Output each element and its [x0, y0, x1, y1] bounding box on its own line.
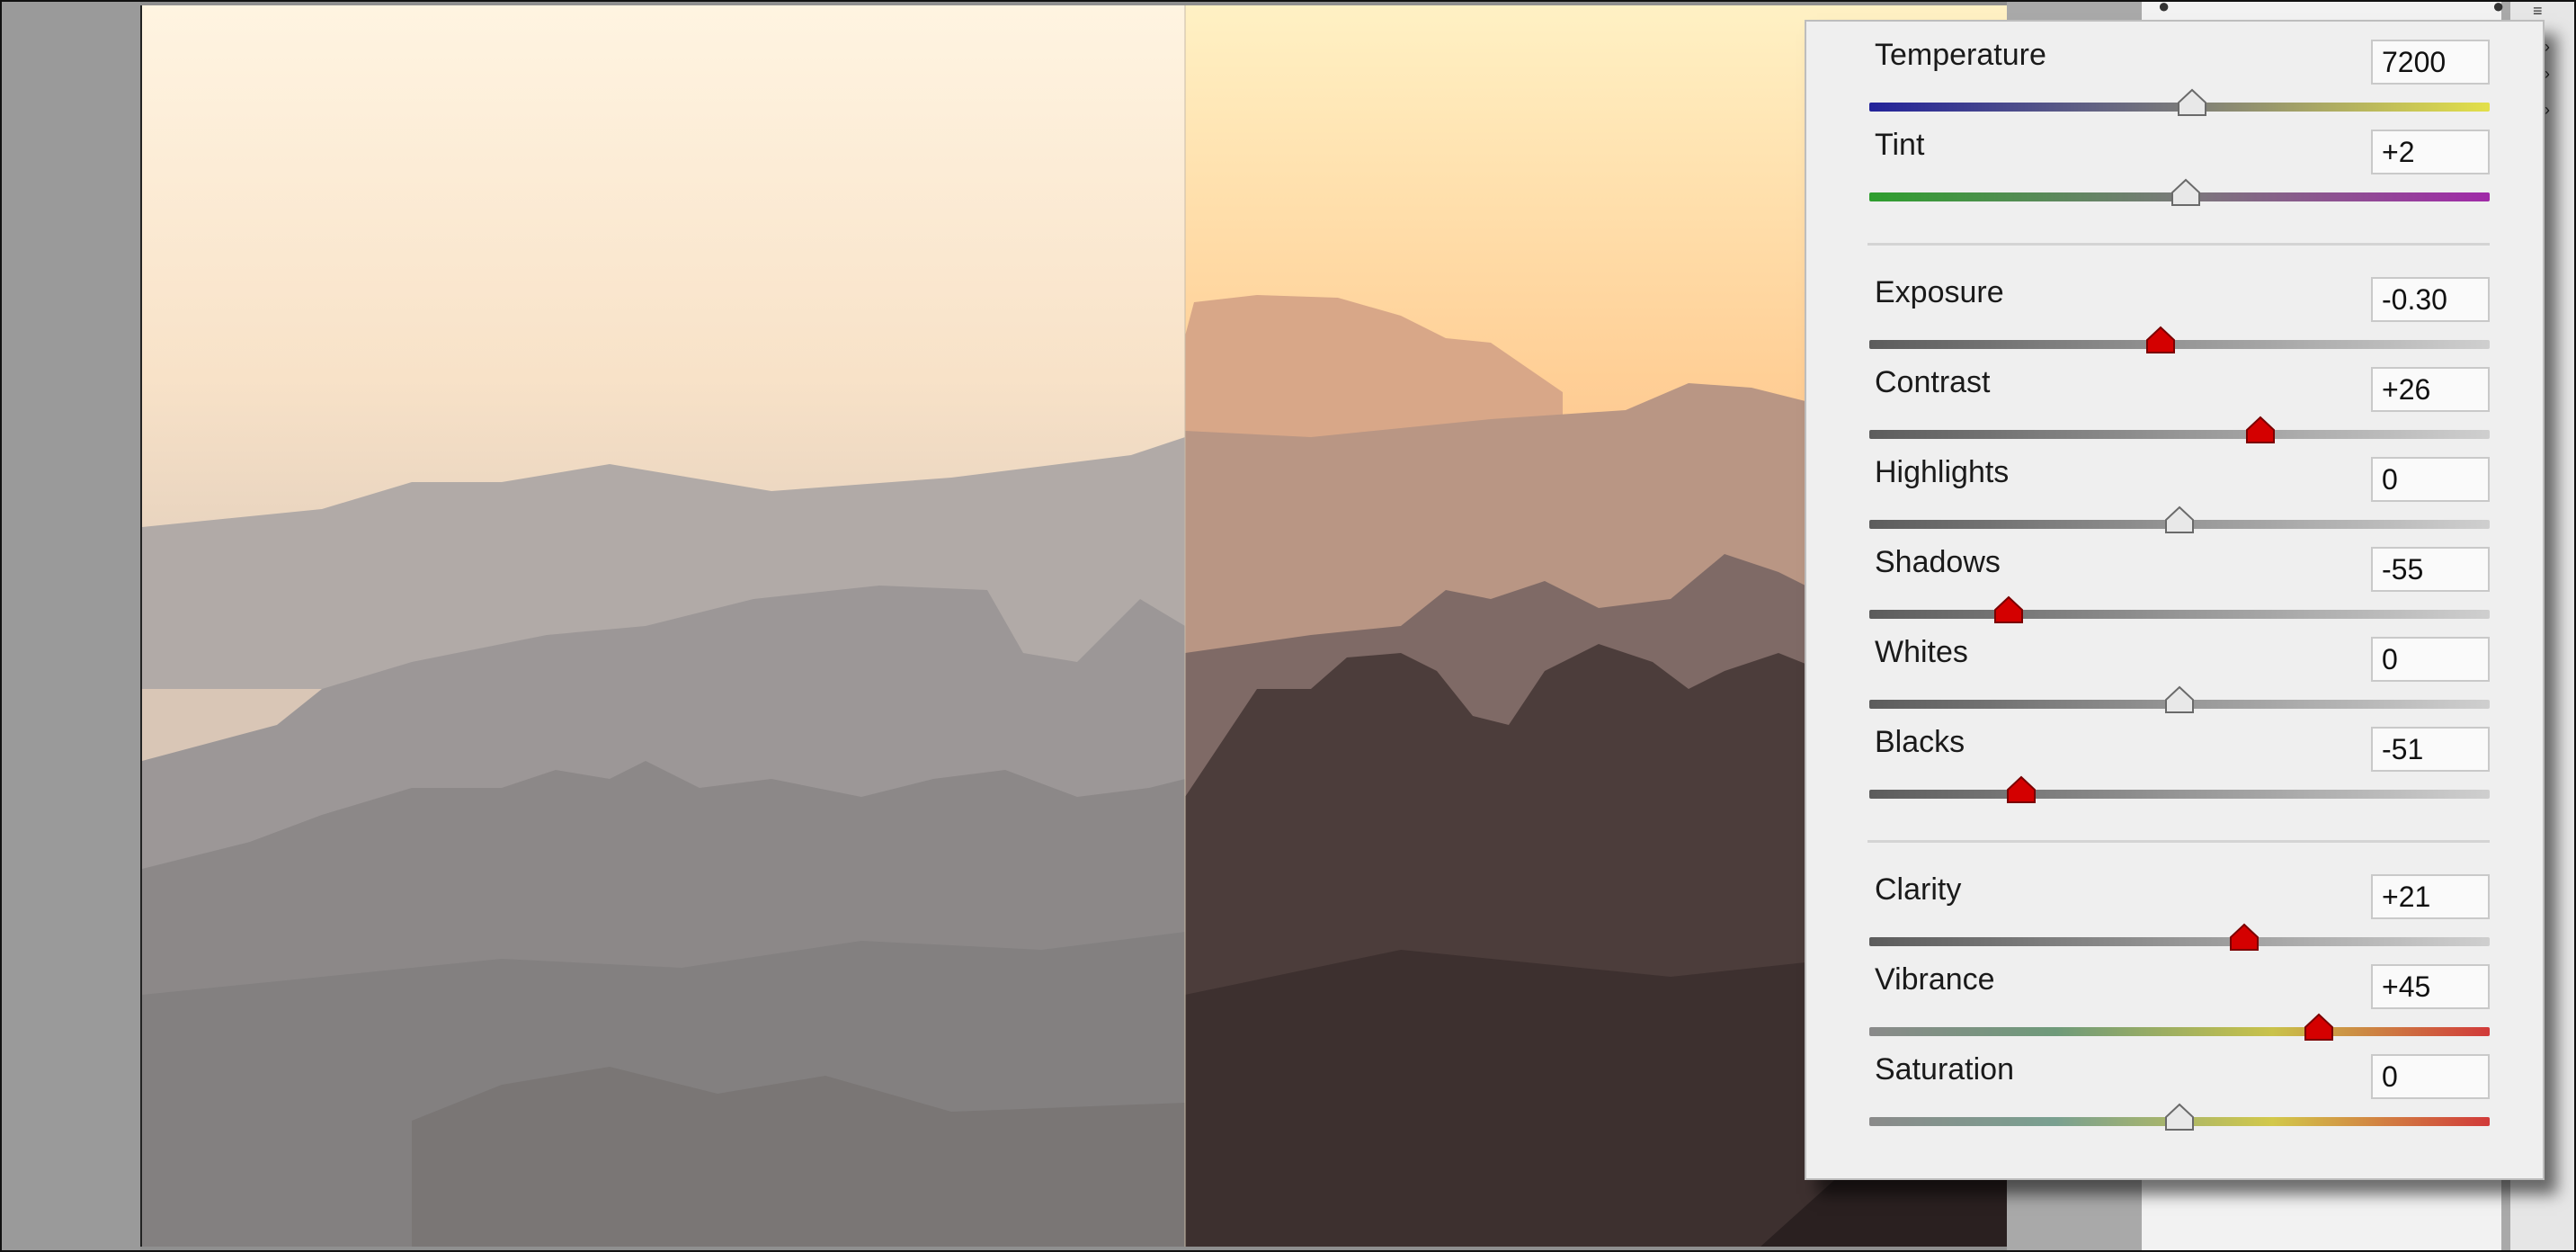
- slider-row-saturation: Saturation 0: [1867, 1036, 2490, 1131]
- slider-value-field[interactable]: +21: [2371, 874, 2490, 919]
- slider-label: Exposure: [1875, 275, 2004, 309]
- slider-row-exposure: Exposure -0.30: [1867, 259, 2490, 353]
- slider-label: Clarity: [1875, 872, 1962, 907]
- slider-track[interactable]: [1869, 790, 2490, 799]
- slider-label: Contrast: [1875, 365, 1991, 399]
- slider-value-field[interactable]: +26: [2371, 367, 2490, 412]
- slider-label: Highlights: [1875, 455, 2010, 489]
- slider-row-temperature: Temperature 7200: [1867, 22, 2490, 116]
- screenshot-frame: ● ● ≡ › › › Temperature 7200 Tint +2 Exp…: [0, 0, 2576, 1252]
- section-divider: [1867, 840, 2490, 843]
- chevron-right-icon[interactable]: ›: [2545, 38, 2550, 57]
- slider-value-field[interactable]: +45: [2371, 964, 2490, 1009]
- slider-value-field[interactable]: -51: [2371, 727, 2490, 772]
- slider-label: Whites: [1875, 635, 1968, 669]
- slider-value-field[interactable]: -55: [2371, 547, 2490, 592]
- slider-label: Shadows: [1875, 545, 2001, 579]
- slider-row-tint: Tint +2: [1867, 112, 2490, 206]
- slider-row-whites: Whites 0: [1867, 619, 2490, 713]
- slider-row-highlights: Highlights 0: [1867, 439, 2490, 533]
- menu-icon[interactable]: ≡: [2533, 2, 2543, 21]
- slider-value-field[interactable]: +2: [2371, 130, 2490, 174]
- chevron-right-icon-2[interactable]: ›: [2545, 65, 2550, 84]
- slider-row-clarity: Clarity +21: [1867, 856, 2490, 951]
- slider-row-contrast: Contrast +26: [1867, 349, 2490, 443]
- section-divider: [1867, 243, 2490, 246]
- slider-value-field[interactable]: 7200: [2371, 40, 2490, 85]
- slider-row-shadows: Shadows -55: [1867, 529, 2490, 623]
- slider-track[interactable]: [1869, 610, 2490, 619]
- slider-label: Tint: [1875, 128, 1925, 162]
- slider-label: Blacks: [1875, 725, 1965, 759]
- slider-track[interactable]: [1869, 430, 2490, 439]
- basic-adjustments-panel: Temperature 7200 Tint +2 Exposure -0.30 …: [1805, 20, 2545, 1180]
- slider-track[interactable]: [1869, 340, 2490, 349]
- canvas-left-margin: [2, 2, 140, 1250]
- slider-thumb[interactable]: [2170, 178, 2201, 207]
- slider-value-field[interactable]: 0: [2371, 1054, 2490, 1099]
- dropper-icon[interactable]: ●: [2158, 2, 2170, 18]
- dropper-icon-2[interactable]: ●: [2492, 2, 2504, 18]
- chevron-right-icon-3[interactable]: ›: [2545, 101, 2550, 120]
- slider-thumb[interactable]: [2164, 1103, 2195, 1131]
- slider-label: Saturation: [1875, 1052, 2014, 1087]
- slider-label: Temperature: [1875, 38, 2046, 72]
- slider-track[interactable]: [1869, 1027, 2490, 1036]
- slider-value-field[interactable]: -0.30: [2371, 277, 2490, 322]
- photo-preview: [140, 5, 2009, 1247]
- slider-value-field[interactable]: 0: [2371, 637, 2490, 682]
- slider-label: Vibrance: [1875, 962, 1995, 997]
- slider-track[interactable]: [1869, 937, 2490, 946]
- slider-value-field[interactable]: 0: [2371, 457, 2490, 502]
- slider-row-vibrance: Vibrance +45: [1867, 946, 2490, 1041]
- slider-row-blacks: Blacks -51: [1867, 709, 2490, 803]
- slider-thumb[interactable]: [2006, 775, 2037, 804]
